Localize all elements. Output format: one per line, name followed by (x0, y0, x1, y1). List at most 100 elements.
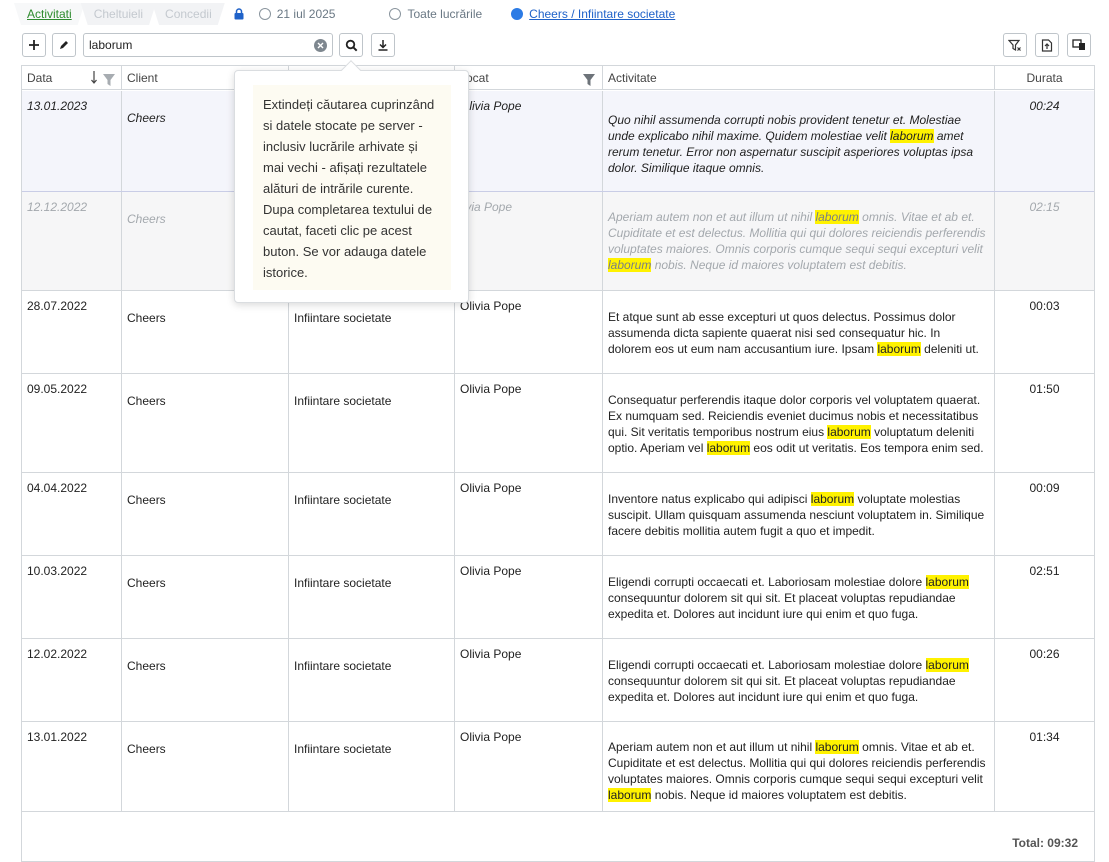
header-date[interactable]: Data (22, 66, 122, 90)
table-row[interactable]: 12.12.2022 Cheers livia Pope Aperiam aut… (22, 192, 1094, 291)
table-row[interactable]: 12.02.2022 Cheers Infiintare societate O… (22, 639, 1094, 722)
table-row[interactable]: 04.04.2022 Cheers Infiintare societate O… (22, 473, 1094, 556)
row-date: 13.01.2023 (27, 99, 88, 113)
activities-table: Data Client vocat Activitate Durata 13.0… (21, 65, 1095, 862)
header-activity[interactable]: Activitate (603, 66, 995, 90)
row-client: Cheers (127, 576, 166, 590)
toolbar (22, 33, 1092, 59)
download-icon (378, 40, 388, 51)
row-client: Cheers (127, 394, 166, 408)
row-client: Cheers (127, 212, 166, 226)
search-highlight: laborum (608, 258, 652, 272)
search-highlight: laborum (815, 210, 859, 224)
clear-filter-icon (1008, 39, 1021, 51)
row-date: 28.07.2022 (27, 299, 88, 313)
date-filter-label: 21 iul 2025 (276, 7, 336, 21)
search-input[interactable] (84, 38, 304, 52)
top-bar: Activitati Cheltuieli Concedii 21 iul 20… (0, 0, 1109, 28)
row-advocate: Olivia Pope (460, 730, 522, 744)
sort-desc-icon[interactable] (90, 69, 98, 93)
row-duration: 00:26 (1029, 647, 1060, 661)
tab-concedii[interactable]: Concedii (152, 3, 225, 25)
tab-activitati[interactable]: Activitati (14, 3, 85, 25)
row-activity: Eligendi corrupti occaecati et. Laborios… (608, 575, 969, 621)
row-client: Cheers (127, 311, 166, 325)
row-problem: Infiintare societate (294, 394, 392, 408)
row-client: Cheers (127, 111, 166, 125)
row-advocate: Olivia Pope (460, 647, 522, 661)
selected-work-option[interactable]: Cheers / Infiintare societate (511, 7, 675, 21)
row-problem: Infiintare societate (294, 659, 392, 673)
row-advocate: Olivia Pope (460, 564, 522, 578)
row-activity: Inventore natus explicabo qui adipisci l… (608, 492, 985, 538)
search-box (83, 33, 333, 57)
search-highlight: laborum (810, 492, 855, 506)
table-header: Data Client vocat Activitate Durata (22, 66, 1094, 90)
row-problem: Infiintare societate (294, 493, 392, 507)
total-duration: Total: 09:32 (1012, 836, 1078, 850)
lock-icon[interactable] (233, 7, 245, 21)
row-duration: 00:09 (1029, 481, 1060, 495)
header-advocate[interactable]: vocat (455, 66, 603, 90)
row-date: 04.04.2022 (27, 481, 88, 495)
row-date: 10.03.2022 (27, 564, 88, 578)
row-activity: Quo nihil assumenda corrupti nobis provi… (608, 113, 974, 175)
row-date: 12.02.2022 (27, 647, 88, 661)
row-activity: Aperiam autem non et aut illum ut nihil … (608, 740, 986, 802)
row-advocate: Olivia Pope (460, 299, 522, 313)
table-row[interactable]: 09.05.2022 Cheers Infiintare societate O… (22, 374, 1094, 473)
row-duration: 02:51 (1029, 564, 1060, 578)
radio-date[interactable] (258, 8, 271, 20)
search-highlight: laborum (827, 425, 871, 439)
table-row[interactable]: 28.07.2022 Cheers Infiintare societate O… (22, 291, 1094, 374)
row-duration: 01:50 (1029, 382, 1060, 396)
row-client: Cheers (127, 742, 166, 756)
columns-button[interactable] (1067, 33, 1091, 57)
search-highlight: laborum (925, 658, 969, 672)
header-date-label: Data (27, 71, 53, 85)
module-tabs: Activitati Cheltuieli Concedii (14, 2, 221, 26)
row-duration: 00:03 (1029, 299, 1060, 313)
magnifier-icon (345, 39, 357, 51)
row-activity: Eligendi corrupti occaecati et. Laborios… (608, 658, 969, 704)
row-duration: 01:34 (1029, 730, 1060, 744)
add-button[interactable] (22, 33, 46, 57)
export-icon (1041, 38, 1053, 52)
radio-selected-work[interactable] (511, 8, 524, 20)
radio-all-works[interactable] (389, 8, 402, 20)
export-button[interactable] (1035, 33, 1059, 57)
extended-search-tooltip: Extindeți căutarea cuprinzând si datele … (234, 70, 469, 303)
table-row[interactable]: 13.01.2023 Cheers Olivia Pope Quo nihil … (22, 91, 1094, 192)
row-client: Cheers (127, 659, 166, 673)
header-duration[interactable]: Durata (995, 66, 1094, 90)
search-highlight: laborum (815, 740, 859, 754)
search-highlight: laborum (877, 342, 921, 356)
row-problem: Infiintare societate (294, 742, 392, 756)
all-works-option[interactable]: Toate lucrările (389, 7, 482, 21)
edit-button[interactable] (52, 33, 76, 57)
download-button[interactable] (371, 33, 395, 57)
search-highlight: laborum (706, 441, 751, 455)
tab-cheltuieli[interactable]: Cheltuieli (81, 3, 156, 25)
all-works-label: Toate lucrările (407, 7, 483, 21)
table-row[interactable]: 13.01.2022 Cheers Infiintare societate O… (22, 722, 1094, 812)
row-activity: Et atque sunt ab esse excepturi ut quos … (608, 310, 979, 356)
row-client: Cheers (127, 493, 166, 507)
row-date: 12.12.2022 (27, 200, 88, 214)
row-problem: Infiintare societate (294, 576, 392, 590)
selected-work-link[interactable]: Cheers / Infiintare societate (529, 7, 675, 21)
extended-search-button[interactable] (339, 33, 363, 57)
tooltip-text: Extindeți căutarea cuprinzând si datele … (253, 85, 451, 290)
row-duration: 00:24 (1029, 99, 1060, 113)
row-advocate: Olivia Pope (460, 481, 522, 495)
clear-filter-button[interactable] (1003, 33, 1027, 57)
row-activity: Aperiam autem non et aut illum ut nihil … (608, 210, 986, 272)
row-problem: Infiintare societate (294, 311, 392, 325)
plus-icon (29, 40, 39, 50)
columns-icon (1072, 39, 1085, 50)
row-duration: 02:15 (1029, 200, 1060, 214)
date-filter-option[interactable]: 21 iul 2025 (258, 7, 336, 21)
table-row[interactable]: 10.03.2022 Cheers Infiintare societate O… (22, 556, 1094, 639)
clear-search-icon[interactable] (314, 39, 327, 52)
pencil-icon (60, 41, 68, 49)
